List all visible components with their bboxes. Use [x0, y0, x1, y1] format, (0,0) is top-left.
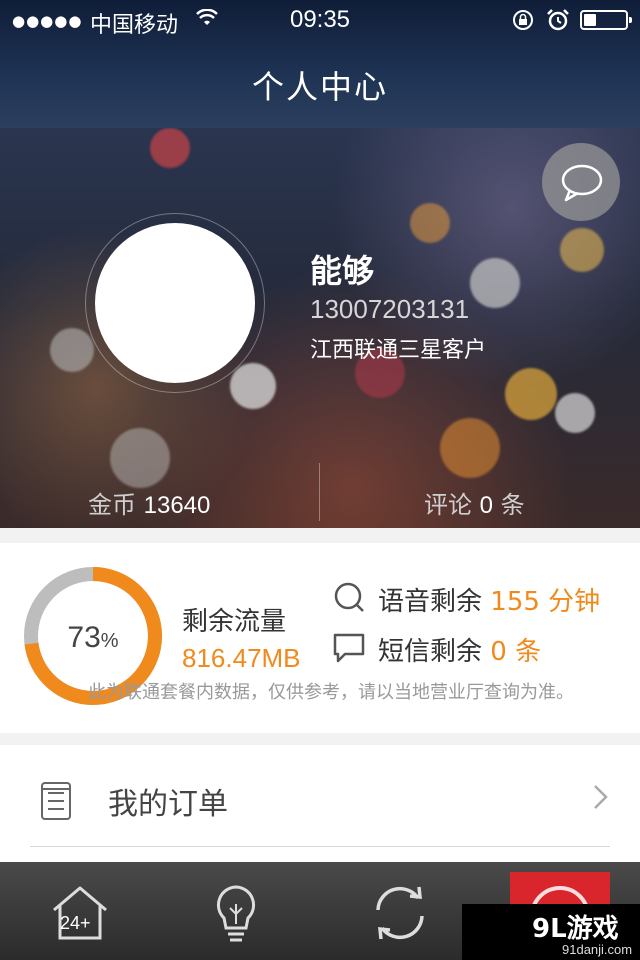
voice-label: 语音剩余 [378, 587, 483, 617]
clock: 09:35 [289, 6, 351, 33]
stats-divider [319, 463, 320, 521]
order-document-icon [41, 782, 71, 820]
background-bokeh [560, 228, 604, 272]
background-bokeh [50, 328, 94, 372]
comments-label: 评论 [424, 491, 472, 519]
profile-banner: 能够 13007203131 江西联通三星客户 金币 13640 评论 0 条 [0, 128, 640, 528]
comments-unit: 条 [500, 491, 525, 519]
page-title: 个人中心 [251, 68, 388, 106]
comments-value: 0 [479, 492, 493, 519]
background-bokeh [470, 258, 520, 308]
usage-percent-sign: % [100, 630, 119, 652]
avatar[interactable] [95, 223, 255, 383]
sms-bubble-icon [333, 633, 365, 663]
coins-value: 13640 [143, 492, 211, 519]
background-bokeh [505, 368, 557, 420]
battery-icon [580, 10, 632, 30]
divider [30, 846, 610, 847]
header: ●●●●● 中国移动 09:35 个人中心 [0, 0, 640, 128]
usage-disclaimer: 此为联通套餐内数据，仅供参考，请以当地营业厅查询为准。 [88, 682, 574, 703]
sms-label: 短信剩余 [378, 637, 483, 667]
chat-bubble-icon [561, 164, 603, 202]
message-button[interactable] [542, 143, 620, 221]
background-bokeh [150, 128, 190, 168]
tab-refresh-icon[interactable] [370, 884, 430, 942]
watermark-site: 91danji.com [562, 942, 633, 957]
usage-percent: 73% [18, 621, 168, 655]
remaining-data-label: 剩余流量 [182, 607, 287, 637]
background-bokeh [410, 203, 450, 243]
rotation-lock-icon [513, 10, 533, 30]
voice-bubble-icon [334, 582, 364, 612]
background-bokeh [555, 393, 595, 433]
profile-stats: 金币 13640 评论 0 条 [0, 463, 640, 528]
background-bokeh [230, 363, 276, 409]
my-orders-row[interactable]: 我的订单 [0, 745, 640, 870]
alarm-icon [547, 9, 569, 31]
battery-level [584, 14, 596, 26]
coins-label: 金币 [88, 491, 136, 519]
voice-value: 155 分钟 [490, 587, 601, 617]
screen: ●●●●● 中国移动 09:35 个人中心 能够 13007203131 江西联… [0, 0, 640, 960]
sms-value: 0 条 [490, 637, 542, 667]
watermark: 9L游戏 91danji.com [462, 904, 640, 960]
usage-percent-value: 73 [67, 621, 101, 654]
watermark-brand: 9L游戏 [532, 914, 619, 944]
my-orders-label: 我的订单 [108, 787, 228, 822]
background-bokeh [440, 418, 500, 478]
usage-card[interactable]: 73% 剩余流量 816.47MB 语音剩余 155 分钟 短信剩余 0 条 此… [0, 543, 640, 733]
user-name: 能够 [310, 252, 375, 290]
tab-lightbulb-icon[interactable] [214, 884, 258, 944]
remaining-data-value: 816.47MB [182, 643, 301, 673]
status-bar: ●●●●● 中国移动 09:35 [0, 0, 640, 40]
customer-level: 江西联通三星客户 [310, 338, 487, 363]
user-phone: 13007203131 [310, 294, 470, 324]
coins-stat[interactable]: 金币 13640 [88, 485, 210, 520]
comments-stat[interactable]: 评论 0 条 [424, 485, 525, 520]
tab-24h-label: 24+ [60, 913, 91, 933]
chevron-right-icon [594, 785, 608, 809]
